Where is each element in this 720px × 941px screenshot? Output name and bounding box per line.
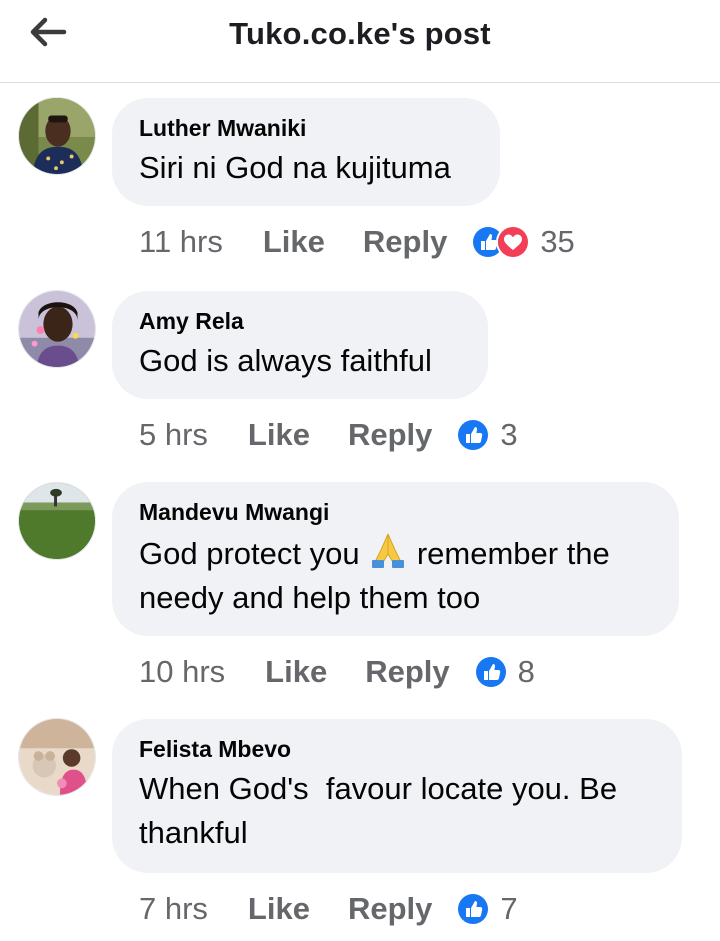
- avatar[interactable]: [18, 97, 96, 175]
- comment-timestamp[interactable]: 11 hrs: [139, 224, 223, 260]
- reaction-summary[interactable]: 3: [456, 417, 518, 453]
- avatar-photo: [19, 291, 95, 367]
- reaction-summary[interactable]: 35: [471, 224, 575, 260]
- like-reaction-icon: [456, 418, 491, 452]
- comment-timestamp[interactable]: 5 hrs: [139, 417, 208, 453]
- avatar[interactable]: [18, 290, 96, 368]
- reaction-summary[interactable]: 8: [473, 654, 535, 690]
- like-button[interactable]: Like: [265, 654, 327, 690]
- avatar[interactable]: [18, 718, 96, 796]
- reaction-count: 7: [500, 891, 518, 926]
- comment-text: When God's favour locate you. Be thankfu…: [139, 771, 626, 850]
- reaction-count: 35: [540, 224, 575, 259]
- comment-author[interactable]: Amy Rela: [139, 307, 460, 335]
- reply-button[interactable]: Reply: [348, 417, 432, 453]
- comment-text: God is always faithful: [139, 343, 432, 378]
- comment-timestamp[interactable]: 7 hrs: [139, 891, 208, 927]
- love-reaction-icon: [496, 225, 531, 259]
- comment-author[interactable]: Mandevu Mwangi: [139, 498, 651, 526]
- comment-bubble: Amy Rela God is always faithful: [112, 291, 488, 399]
- like-button[interactable]: Like: [248, 417, 310, 453]
- avatar-photo: [19, 483, 95, 559]
- comment-text: God protect you remember the needy and h…: [139, 530, 651, 620]
- comment-bubble: Luther Mwaniki Siri ni God na kujituma: [112, 98, 500, 206]
- comment-timestamp[interactable]: 10 hrs: [139, 654, 225, 690]
- reaction-count: 3: [500, 417, 518, 452]
- like-reaction-icon: [473, 655, 508, 689]
- like-reaction-icon: [456, 892, 491, 926]
- comment-actions: 7 hrs Like Reply 7: [139, 889, 518, 929]
- comment-author[interactable]: Luther Mwaniki: [139, 114, 472, 142]
- comment-text: Siri ni God na kujituma: [139, 150, 451, 185]
- comment-bubble: Mandevu Mwangi God protect you remember …: [112, 482, 679, 636]
- avatar-photo: [19, 98, 95, 174]
- like-button[interactable]: Like: [263, 224, 325, 260]
- reply-button[interactable]: Reply: [363, 224, 447, 260]
- reply-button[interactable]: Reply: [348, 891, 432, 927]
- comment-actions: 11 hrs Like Reply 35: [139, 222, 575, 262]
- reply-button[interactable]: Reply: [365, 654, 449, 690]
- comment-bubble: Felista Mbevo When God's favour locate y…: [112, 719, 682, 873]
- top-bar: Tuko.co.ke's post: [0, 0, 720, 83]
- avatar-photo: [19, 719, 95, 795]
- comment-author[interactable]: Felista Mbevo: [139, 735, 654, 763]
- page-title: Tuko.co.ke's post: [229, 16, 491, 51]
- comment-actions: 10 hrs Like Reply 8: [139, 652, 535, 692]
- like-button[interactable]: Like: [248, 891, 310, 927]
- comment-text-part: God protect you: [139, 536, 360, 571]
- folded-hands-icon: [372, 533, 405, 568]
- reaction-summary[interactable]: 7: [456, 891, 518, 927]
- avatar[interactable]: [18, 482, 96, 560]
- reaction-count: 8: [517, 654, 535, 689]
- comment-actions: 5 hrs Like Reply 3: [139, 415, 518, 455]
